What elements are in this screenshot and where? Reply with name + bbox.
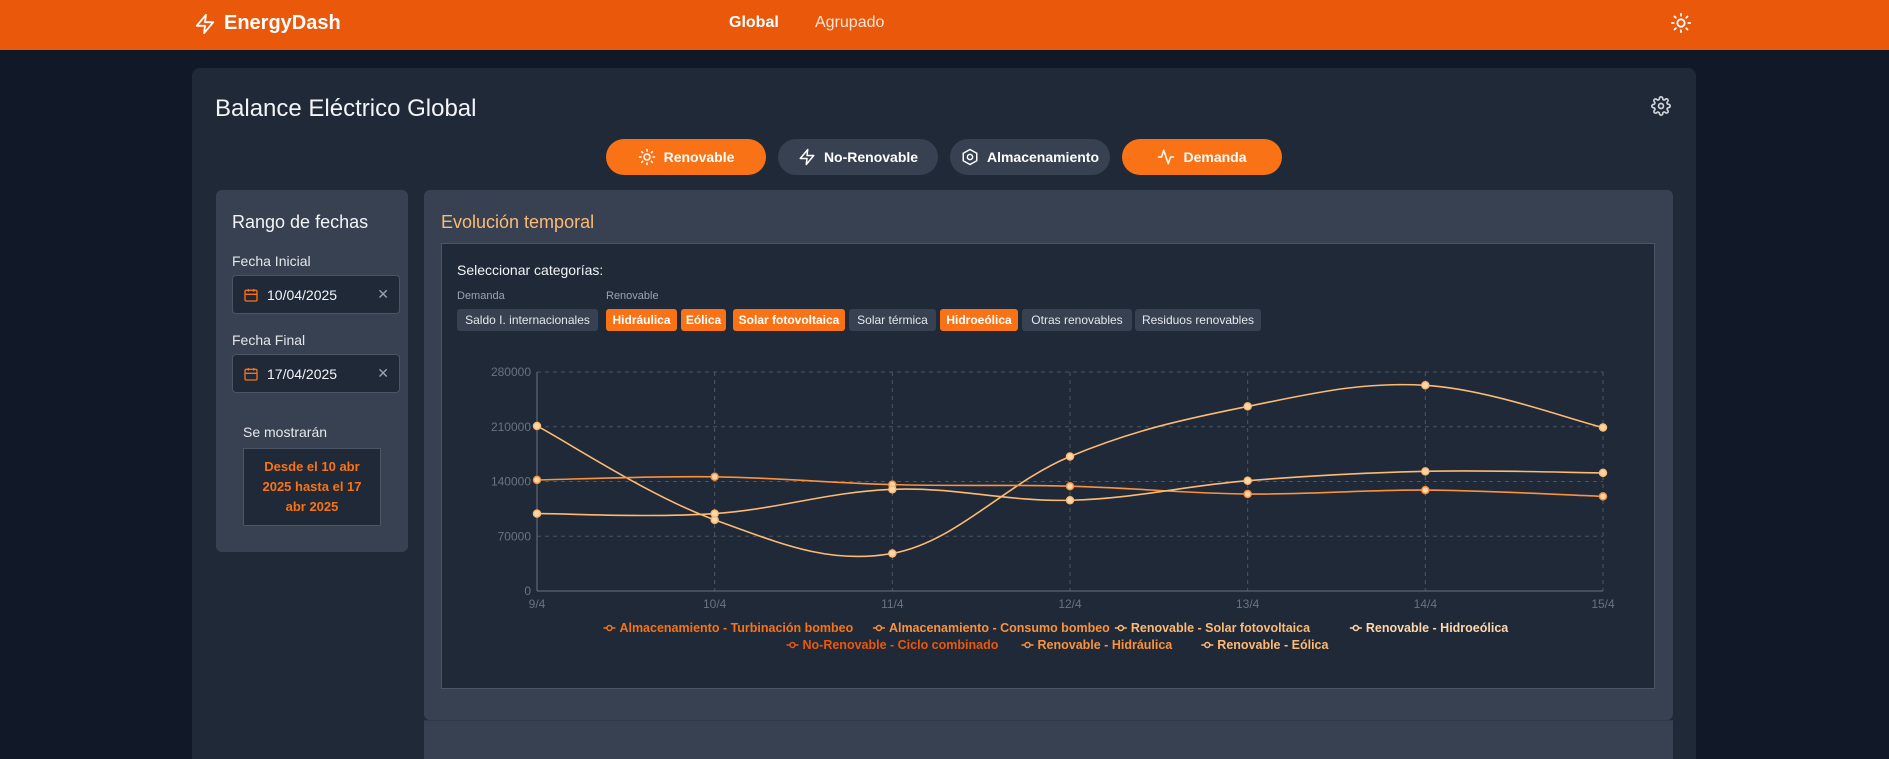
legend-label: Almacenamiento - Consumo bombeo: [889, 621, 1110, 635]
data-point: [1243, 489, 1252, 499]
calendar-icon: [244, 367, 258, 381]
chip-hidraulica[interactable]: Hidráulica: [606, 309, 677, 331]
legend-swatch-marker: [875, 624, 883, 632]
start-date-value: 10/04/2025: [267, 286, 338, 303]
data-point: [1065, 452, 1075, 461]
start-date-field[interactable]: 10/04/2025 ✕: [232, 275, 400, 314]
date-range-title: Rango de fechas: [232, 212, 369, 232]
x-tick-label: 13/4: [1236, 597, 1260, 611]
data-point: [1421, 467, 1430, 476]
settings-gear-icon[interactable]: [1651, 96, 1671, 116]
brand-name: EnergyDash: [224, 12, 341, 34]
y-tick-label: 140000: [491, 475, 531, 489]
data-point: [1243, 402, 1252, 411]
data-point: [1598, 492, 1608, 501]
bolt-icon: [195, 13, 215, 34]
show-range-label: Se mostrarán: [243, 424, 328, 440]
legend-swatch-marker: [1024, 641, 1031, 649]
legend-label: No-Renovable - Ciclo combinado: [803, 638, 999, 652]
data-point: [710, 509, 719, 518]
hexagon-icon: [962, 148, 978, 166]
data-point: [888, 485, 897, 494]
data-point: [1598, 423, 1608, 432]
y-tick-label: 0: [524, 584, 531, 598]
category-no-renovable-label: No-Renovable: [823, 149, 919, 165]
theme-toggle-sun-icon[interactable]: [1670, 12, 1692, 34]
legend-swatch-marker: [789, 641, 796, 649]
divider: [424, 720, 1673, 721]
chip-residuos-renovables[interactable]: Residuos renovables: [1135, 309, 1261, 331]
clear-end-date-icon[interactable]: ✕: [377, 365, 389, 382]
group-label-demanda: Demanda: [457, 290, 505, 302]
data-point: [888, 549, 897, 558]
x-tick-label: 10/4: [703, 597, 727, 611]
end-date-value: 17/04/2025: [267, 365, 338, 382]
data-point: [1421, 381, 1430, 390]
category-demanda-label: Demanda: [1183, 149, 1247, 165]
panel-title: Evolución temporal: [441, 212, 595, 232]
chip-solar-termica[interactable]: Solar térmica: [849, 309, 936, 331]
legend-swatch-marker: [1117, 624, 1125, 632]
category-almacenamiento-label: Almacenamiento: [986, 149, 1100, 165]
chip-eolica[interactable]: Eólica: [681, 309, 726, 331]
data-point: [532, 421, 542, 431]
y-tick-label: 70000: [498, 529, 532, 543]
category-no-renovable-button[interactable]: No-Renovable: [778, 139, 938, 175]
data-point: [710, 472, 719, 482]
data-point: [1598, 468, 1608, 478]
legend-label: Renovable - Hidráulica: [1038, 638, 1174, 652]
top-navbar: EnergyDash Global Agrupado: [0, 0, 1889, 50]
nav-agrupado[interactable]: Agrupado: [815, 14, 884, 32]
end-date-label: Fecha Final: [232, 332, 306, 348]
y-tick-label: 280000: [491, 365, 531, 379]
data-point: [1421, 485, 1430, 495]
category-demanda-button[interactable]: Demanda: [1122, 139, 1282, 175]
x-tick-label: 9/4: [529, 597, 546, 611]
category-select-title: Seleccionar categorías:: [457, 262, 604, 278]
chip-hidroeolica[interactable]: Hidroeólica: [940, 309, 1018, 331]
x-tick-label: 12/4: [1058, 597, 1082, 611]
line-chart: 0 70000 140000 210000 280000 9/4 10/4 11/4 12/4 1…: [491, 365, 1615, 652]
bolt-icon: [799, 148, 815, 166]
brand[interactable]: EnergyDash: [194, 12, 341, 35]
legend-label: Renovable - Eólica: [1217, 638, 1329, 652]
category-renovable-button[interactable]: Renovable: [606, 139, 766, 175]
chip-saldo-internacionales[interactable]: Saldo I. internacionales: [457, 309, 598, 331]
x-tick-label: 15/4: [1591, 597, 1615, 611]
chip-otras-renovables[interactable]: Otras renovables: [1022, 309, 1132, 331]
legend-label: Renovable - Solar fotovoltaica: [1131, 621, 1311, 635]
legend-swatch-marker: [1204, 641, 1211, 649]
legend-label: Renovable - Hidroeólica: [1366, 621, 1509, 635]
clear-start-date-icon[interactable]: ✕: [377, 286, 389, 303]
nav-global[interactable]: Global: [729, 14, 779, 32]
page-title: Balance Eléctrico Global: [215, 95, 477, 122]
legend-swatch-marker: [606, 624, 613, 632]
end-date-field[interactable]: 17/04/2025 ✕: [232, 354, 400, 393]
calendar-icon: [244, 288, 258, 302]
category-almacenamiento-button[interactable]: Almacenamiento: [950, 139, 1110, 175]
sun-icon: [638, 148, 655, 166]
data-point: [1065, 496, 1075, 505]
range-summary: Desde el 10 abr 2025 hasta el 17 abr 202…: [243, 448, 381, 526]
category-renovable-label: Renovable: [663, 149, 735, 165]
activity-icon: [1158, 149, 1175, 165]
chart-panel-footer: [424, 720, 1673, 759]
data-point: [1243, 476, 1252, 485]
start-date-label: Fecha Inicial: [232, 253, 311, 269]
legend-label: Almacenamiento - Turbinación bombeo: [619, 621, 853, 635]
legend-swatch-marker: [1352, 624, 1360, 632]
data-point: [1065, 481, 1075, 491]
chip-solar-fotovoltaica[interactable]: Solar fotovoltaica: [733, 309, 845, 331]
data-point: [532, 475, 542, 485]
y-tick-label: 210000: [491, 420, 531, 434]
x-tick-label: 11/4: [881, 597, 904, 611]
data-point: [532, 509, 542, 518]
x-tick-label: 14/4: [1414, 597, 1438, 611]
group-label-renovable: Renovable: [606, 290, 659, 302]
